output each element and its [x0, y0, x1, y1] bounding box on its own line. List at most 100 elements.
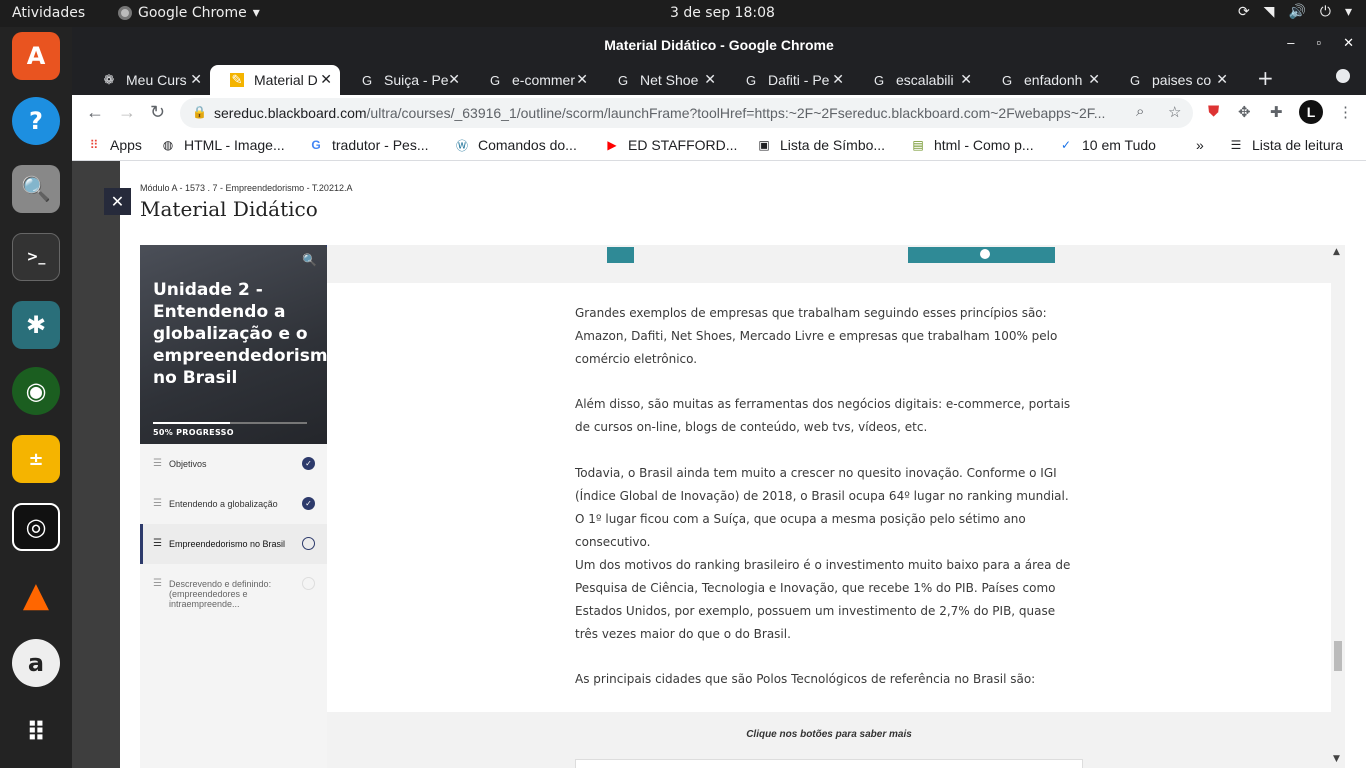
show-apps-icon[interactable]: ⠿ — [12, 709, 60, 757]
close-window-icon[interactable]: ✕ — [1343, 35, 1354, 51]
cheese-icon[interactable]: ◎ — [12, 503, 60, 551]
nav-item-empreendedorismo-brasil[interactable]: ☰ Empreendedorismo no Brasil — [140, 524, 327, 564]
search-app-icon[interactable]: 🔍 — [12, 165, 60, 213]
activities-button[interactable]: Atividades — [12, 5, 85, 21]
search-icon[interactable]: 🔍 — [302, 253, 317, 267]
bookmark-label: 10 em Tudo — [1082, 137, 1156, 153]
tab-label: Suiça - Pe — [384, 72, 449, 88]
in-progress-ring-icon — [302, 537, 315, 550]
check-icon: ✓ — [302, 457, 315, 470]
wifi-icon[interactable]: ◥ — [1264, 4, 1275, 20]
bookmark-10-em-tudo[interactable]: ✓ 10 em Tudo — [1058, 137, 1156, 153]
scroll-up-icon[interactable]: ▲ — [1333, 247, 1340, 257]
nav-item-entendendo-globalizacao[interactable]: ☰ Entendendo a globalização ✓ — [140, 484, 327, 524]
tab-search-icon[interactable] — [1336, 69, 1350, 83]
close-panel-button[interactable]: ✕ — [104, 188, 131, 215]
bookmark-html-como[interactable]: ▤ html - Como p... — [910, 137, 1033, 153]
google-icon: G — [1001, 72, 1013, 88]
bookmarks-bar: ⠿ Apps ◍ HTML - Image... G tradutor - Pe… — [72, 131, 1366, 161]
lines-icon: ☰ — [153, 458, 162, 469]
system-top-bar: Atividades Google Chrome ▾ 3 de sep 18:0… — [0, 0, 1366, 27]
tab-net-shoes[interactable]: G Net Shoe ✕ — [596, 65, 724, 95]
bookmark-lista-simbolos[interactable]: ▣ Lista de Símbo... — [756, 137, 885, 153]
tab-escalabilidade[interactable]: G escalabili ✕ — [852, 65, 980, 95]
profile-avatar[interactable]: L — [1299, 100, 1323, 124]
lock-icon[interactable]: 🔒 — [192, 105, 207, 119]
camera-app-icon[interactable]: ◉ — [12, 367, 60, 415]
tab-material-didatico[interactable]: ✎ Material D ✕ — [210, 65, 340, 95]
zoom-search-icon[interactable]: ⌕ — [1136, 103, 1144, 120]
bookmark-apps[interactable]: ⠿ Apps — [86, 137, 142, 153]
close-icon[interactable]: ✕ — [1088, 71, 1100, 88]
power-icon[interactable]: ⏻ — [1320, 4, 1331, 20]
new-tab-button[interactable]: + — [1257, 66, 1274, 90]
forward-icon[interactable]: → — [118, 102, 136, 123]
bookmark-label: Apps — [110, 137, 142, 153]
info-buttons-area[interactable] — [575, 759, 1083, 768]
volume-icon[interactable]: 🔊 — [1288, 4, 1305, 20]
decorative-block — [607, 247, 634, 263]
clock[interactable]: 3 de sep 18:08 — [670, 5, 775, 21]
unit-title: Unidade 2 - Entendendo a globalização e … — [153, 280, 340, 388]
url-path: /ultra/courses/_63916_1/outline/scorm/la… — [366, 105, 1106, 121]
close-icon[interactable]: ✕ — [448, 71, 460, 88]
close-icon[interactable]: ✕ — [190, 71, 202, 88]
extension-icon[interactable]: ✥ — [1238, 103, 1251, 121]
menu-icon[interactable]: ⋮ — [1338, 103, 1353, 121]
close-icon[interactable]: ✕ — [704, 71, 716, 88]
app-menu[interactable]: Google Chrome ▾ — [118, 5, 260, 21]
scroll-down-icon[interactable]: ▼ — [1333, 754, 1340, 764]
update-icon[interactable]: ⟳ — [1238, 4, 1250, 20]
close-icon[interactable]: ✕ — [960, 71, 972, 88]
bookmark-comandos[interactable]: Ⓦ Comandos do... — [454, 137, 577, 153]
nav-item-descrevendo-definindo[interactable]: ☰ Descrevendo e definindo: (empreendedor… — [140, 564, 327, 624]
tab-label: enfadonh — [1024, 72, 1083, 88]
reading-list-button[interactable]: ☰ Lista de leitura — [1228, 137, 1343, 153]
software-center-icon[interactable]: A — [12, 32, 60, 80]
tab-meu-curso[interactable]: ❁ Meu Curs ✕ — [82, 65, 210, 95]
calculator-icon[interactable]: ± — [12, 435, 60, 483]
app-icon[interactable]: ✱ — [12, 301, 60, 349]
address-bar[interactable]: 🔒 sereduc.blackboard.com/ultra/courses/_… — [180, 98, 1193, 128]
tab-paises[interactable]: G paises co ✕ — [1108, 65, 1236, 95]
vlc-icon[interactable]: ▲ — [12, 571, 60, 619]
chevron-down-icon[interactable]: ▾ — [1345, 4, 1352, 20]
minimize-icon[interactable]: – — [1287, 35, 1294, 51]
tab-e-commerce[interactable]: G e-commer ✕ — [468, 65, 596, 95]
close-icon[interactable]: ✕ — [320, 71, 332, 88]
globe-icon: ◍ — [162, 138, 174, 152]
doc-icon: ▣ — [758, 138, 770, 152]
amazon-icon[interactable]: a — [12, 639, 60, 687]
shield-extension-icon[interactable]: ⛊ — [1208, 103, 1219, 120]
bookmark-tradutor[interactable]: G tradutor - Pes... — [308, 137, 428, 153]
nav-item-label: Empreendedorismo no Brasil — [169, 539, 286, 549]
scroll-thumb[interactable] — [1334, 641, 1342, 671]
reading-list-icon: ☰ — [1230, 138, 1242, 152]
course-sidebar: 🔍 Unidade 2 - Entendendo a globalização … — [140, 245, 340, 768]
bookmark-star-icon[interactable]: ☆ — [1168, 103, 1181, 121]
terminal-icon[interactable]: >_ — [12, 233, 60, 281]
close-icon[interactable]: ✕ — [1216, 71, 1228, 88]
chevron-down-icon: ▾ — [252, 5, 260, 21]
system-tray[interactable]: ⟳ ◥ 🔊 ⏻ ▾ — [1238, 4, 1352, 20]
bookmark-ed-stafford[interactable]: ▶ ED STAFFORD... — [604, 137, 737, 153]
tab-dafiti[interactable]: G Dafiti - Pe ✕ — [724, 65, 852, 95]
lesson-content: Grandes exemplos de empresas que trabalh… — [327, 245, 1331, 768]
close-icon[interactable]: ✕ — [576, 71, 588, 88]
reading-list-label: Lista de leitura — [1252, 137, 1344, 153]
nav-item-objetivos[interactable]: ☰ Objetivos ✓ — [140, 444, 327, 484]
help-icon[interactable]: ? — [12, 97, 60, 145]
maximize-icon[interactable]: ▫ — [1316, 35, 1321, 51]
reload-icon[interactable]: ↻ — [150, 102, 165, 123]
content-scrollbar[interactable]: ▲ ▼ — [1331, 245, 1345, 768]
tab-enfadonho[interactable]: G enfadonh ✕ — [980, 65, 1108, 95]
bookmark-html-image[interactable]: ◍ HTML - Image... — [160, 137, 285, 153]
google-icon: G — [745, 72, 757, 88]
tab-suica[interactable]: G Suiça - Pe ✕ — [340, 65, 468, 95]
extensions-puzzle-icon[interactable]: ✚ — [1270, 103, 1283, 121]
tab-label: Net Shoe — [640, 72, 699, 88]
back-icon[interactable]: ← — [86, 102, 104, 123]
browser-toolbar: ← → ↻ 🔒 sereduc.blackboard.com/ultra/cou… — [72, 95, 1366, 131]
close-icon[interactable]: ✕ — [832, 71, 844, 88]
bookmarks-overflow[interactable]: » — [1196, 137, 1204, 153]
